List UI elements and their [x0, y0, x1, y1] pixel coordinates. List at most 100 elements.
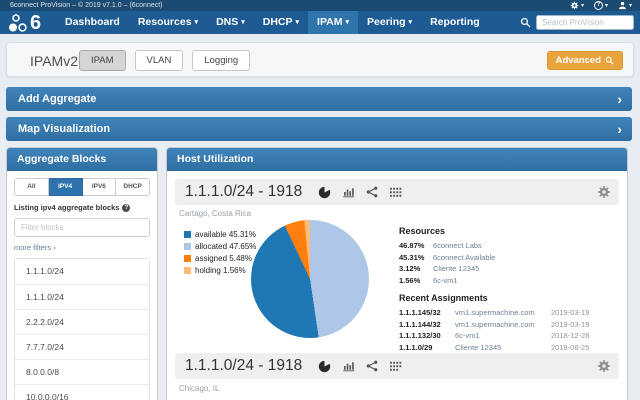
tab-ipv6[interactable]: IPV6: [82, 178, 117, 196]
caret-down-icon: ▾: [295, 19, 300, 26]
6connect-logo-icon: [9, 13, 27, 32]
legend-item: allocated 47.65%: [184, 242, 256, 251]
host-entry-bar: 1.1.1.0/24 - 1918: [175, 179, 619, 205]
block-title: 1.1.1.0/24 - 1918: [185, 183, 303, 200]
list-item[interactable]: 7.7.7.0/24: [15, 334, 149, 359]
map-visualization-bar[interactable]: Map Visualization ›: [6, 117, 632, 141]
legend-item: holding 1.56%: [184, 266, 256, 275]
chevron-right-icon: ›: [617, 91, 622, 107]
list-item[interactable]: 1.1.1.0/24: [15, 259, 149, 284]
caret-down-icon: ▾: [408, 19, 413, 26]
assignment-row: 1.1.1.144/32 vm1.supermachine.com 2019-03-…: [399, 319, 590, 329]
bar-chart-view-icon[interactable]: [342, 360, 355, 372]
assignment-row: 1.1.1.132/30 6c-vm1 2018-12-28: [399, 331, 590, 340]
list-item[interactable]: 2.2.2.0/24: [15, 309, 149, 334]
tab-dhcp[interactable]: DHCP: [116, 178, 150, 196]
main-navbar: 6 Dashboard Resources ▾ DNS ▾ DHCP ▾ IPAM ▾ …: [0, 11, 640, 34]
legend-item: assigned 5.48%: [184, 254, 256, 263]
list-item[interactable]: 8.0.0.0/8: [15, 359, 149, 384]
nav-item-dns[interactable]: DNS ▾: [207, 11, 254, 34]
nav-item-dashboard[interactable]: Dashboard: [56, 11, 129, 34]
resource-row: 46.87% 6connect Labs: [399, 241, 482, 250]
help-menu[interactable]: ? ▾: [593, 1, 608, 10]
tab-ipam[interactable]: IPAM: [79, 50, 126, 71]
brand-logo[interactable]: 6: [7, 10, 41, 35]
list-item[interactable]: 1.1.1.0/24: [15, 284, 149, 309]
host-utilization-header: Host Utilization: [167, 148, 627, 171]
share-icon[interactable]: [366, 186, 378, 198]
tab-ipv4[interactable]: IPV4: [48, 178, 83, 196]
tab-vlan[interactable]: VLAN: [134, 50, 184, 71]
tab-logging[interactable]: Logging: [192, 50, 251, 71]
ipam-toolbar: IPAMv2 IPAM VLAN Logging Advanced: [6, 42, 634, 77]
search-icon: [520, 17, 531, 28]
more-filters-link[interactable]: more filters ›: [14, 243, 150, 252]
pie-chart-view-icon[interactable]: [318, 359, 331, 373]
block-title: 1.1.1.0/24 - 1918: [185, 357, 303, 374]
entry-details: Resources 46.87% 6connect Labs 45.31% 6con…: [399, 226, 619, 353]
nav-item-peering[interactable]: Peering ▾: [358, 11, 421, 34]
pie-chart-view-icon[interactable]: [318, 185, 331, 199]
block-filter-input[interactable]: [14, 218, 150, 237]
assignment-row: 1.1.1.0/29 Cliente 12345 2018-06-25: [399, 342, 590, 352]
listing-label: Listing ipv4 aggregate blocks: [14, 203, 120, 212]
resource-row: 1.56% 6c-vm1: [399, 275, 458, 285]
user-icon: [618, 1, 626, 10]
tab-all[interactable]: All: [14, 178, 49, 196]
resources-heading: Resources: [399, 226, 446, 236]
nav-item-resources[interactable]: Resources ▾: [129, 11, 207, 34]
caret-down-icon: ▾: [580, 2, 584, 9]
resource-row: 45.31% 6connect Available: [399, 252, 496, 262]
caret-down-icon: ▾: [345, 19, 350, 26]
caret-down-icon: ▾: [604, 2, 608, 9]
gear-icon: [597, 359, 611, 373]
help-icon[interactable]: ?: [122, 203, 131, 212]
host-utilization-panel: Host Utilization 1.1.1.0/24 - 1918 Carta…: [166, 147, 628, 400]
gear-icon: [570, 1, 579, 10]
search-icon: [605, 56, 614, 65]
aggregate-block-list: 1.1.1.0/24 1.1.1.0/24 2.2.2.0/24 7.7.7.0…: [14, 258, 150, 400]
nav-menu: Dashboard Resources ▾ DNS ▾ DHCP ▾ IPAM ▾ Pe…: [56, 11, 489, 34]
block-location: Chicago, IL: [179, 384, 220, 393]
recent-assignments-heading: Recent Assignments: [399, 293, 488, 303]
caret-down-icon: ▾: [628, 2, 632, 9]
legend-swatch: [184, 267, 191, 274]
utilization-pie-chart: [251, 220, 369, 338]
legend-swatch: [184, 255, 191, 262]
aggregate-type-tabs: All IPV4 IPV6 DHCP: [14, 178, 150, 196]
list-item[interactable]: 10.0.0.0/16: [15, 384, 149, 400]
entry-settings-button[interactable]: [597, 185, 611, 204]
grid-view-icon[interactable]: [389, 187, 402, 198]
help-icon: ?: [593, 1, 603, 10]
gear-icon: [597, 185, 611, 199]
window-titlebar: 6connect ProVision – © 2019 v7.1.0 – (6c…: [0, 0, 640, 11]
block-location: Cartago, Costa Rica: [179, 209, 252, 218]
assignment-row: 1.1.1.145/32 vm1.supermachine.com 2019-03-…: [399, 308, 590, 317]
entry-settings-button[interactable]: [597, 359, 611, 378]
global-search-input[interactable]: [536, 15, 634, 30]
aggregate-blocks-header: Aggregate Blocks: [7, 148, 157, 171]
caret-down-icon: ▾: [241, 19, 245, 26]
grid-view-icon[interactable]: [389, 361, 402, 372]
caret-down-icon: ▾: [194, 19, 199, 26]
app-window: 6connect ProVision – © 2019 v7.1.0 – (6c…: [0, 0, 640, 400]
aggregate-blocks-panel: Aggregate Blocks All IPV4 IPV6 DHCP List…: [6, 147, 158, 400]
legend-swatch: [184, 243, 191, 250]
add-aggregate-bar[interactable]: Add Aggregate ›: [6, 87, 632, 111]
settings-menu[interactable]: ▾: [570, 1, 584, 10]
nav-item-dhcp[interactable]: DHCP ▾: [254, 11, 308, 34]
legend-swatch: [184, 231, 191, 238]
chevron-right-icon: ›: [617, 121, 622, 137]
brand-number: 6: [30, 11, 42, 34]
nav-item-reporting[interactable]: Reporting: [421, 11, 489, 34]
advanced-search-button[interactable]: Advanced: [546, 51, 623, 70]
resource-row: 3.12% Cliente 12345: [399, 264, 480, 273]
share-icon[interactable]: [366, 360, 378, 372]
host-entry-bar: 1.1.1.0/24 - 1918: [175, 353, 619, 379]
app-version-text: 6connect ProVision – © 2019 v7.1.0 – (6c…: [10, 2, 163, 9]
legend-item: available 45.31%: [184, 230, 256, 239]
pie-legend: available 45.31% allocated 47.65% assign…: [184, 230, 256, 278]
user-menu[interactable]: ▾: [618, 1, 632, 10]
nav-item-ipam[interactable]: IPAM ▾: [308, 11, 359, 34]
bar-chart-view-icon[interactable]: [342, 186, 355, 198]
